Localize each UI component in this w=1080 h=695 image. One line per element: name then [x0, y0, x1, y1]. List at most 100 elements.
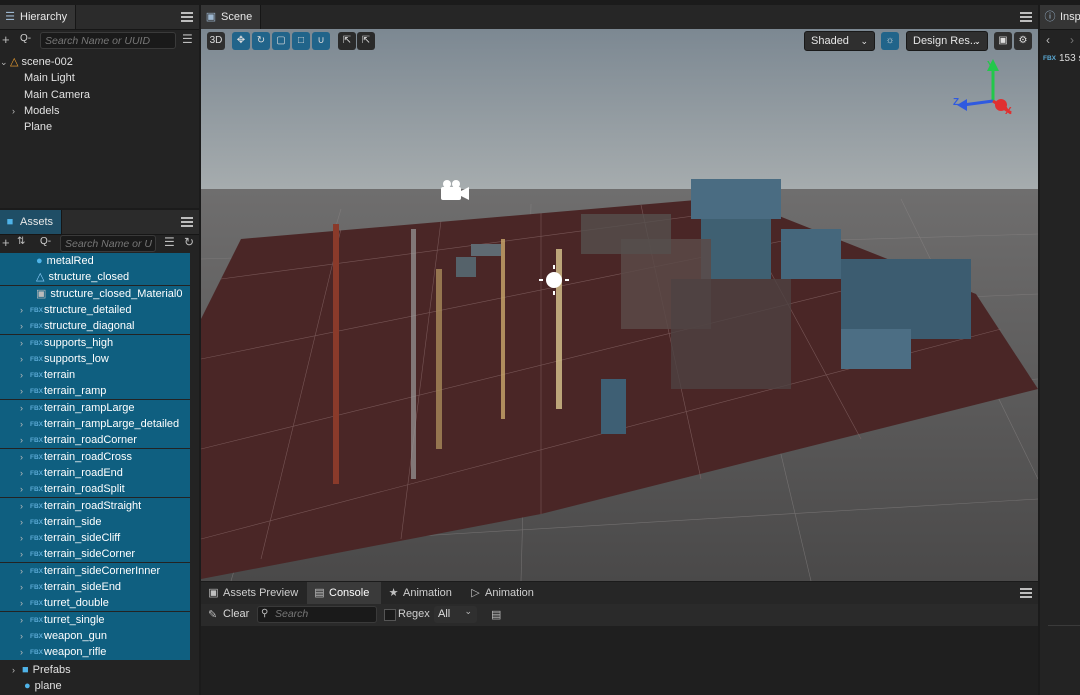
add-node-icon[interactable]: + [2, 32, 10, 47]
rect-tool-icon[interactable]: □ [292, 32, 310, 50]
resolution-dropdown[interactable]: Design Res... ⌄ [906, 31, 988, 51]
chevron-right-icon[interactable]: › [20, 628, 30, 644]
asset-item[interactable]: › FBXterrain_roadCorner [0, 432, 190, 449]
chevron-right-icon[interactable]: › [20, 383, 30, 399]
asset-item[interactable]: △ structure_closed [0, 269, 190, 286]
lightbulb-icon[interactable]: ☼ [881, 32, 899, 50]
chevron-right-icon[interactable]: › [20, 416, 30, 432]
tab-console[interactable]: ▤ Console [307, 582, 381, 604]
asset-item[interactable]: › FBXturret_double [0, 595, 190, 612]
local-global-icon[interactable]: ⇱ [357, 32, 375, 50]
chevron-right-icon[interactable]: › [20, 432, 30, 448]
prefabs-folder[interactable]: › ■ Prefabs [0, 662, 71, 678]
asset-item[interactable]: › FBXstructure_detailed [0, 301, 190, 318]
rotate-tool-icon[interactable]: ↻ [252, 32, 270, 50]
hierarchy-tab[interactable]: ☰ Hierarchy [0, 5, 77, 29]
asset-item[interactable]: ▣ structure_closed_Material0 [0, 285, 190, 302]
chevron-right-icon[interactable]: › [20, 400, 30, 416]
inspector-tab[interactable]: ⓘ Insp [1040, 5, 1080, 29]
scale-tool-icon[interactable]: ▢ [272, 32, 290, 50]
asset-item[interactable]: › FBXsupports_high [0, 334, 190, 351]
refresh-icon[interactable]: ↻ [184, 235, 194, 249]
forward-arrow-icon[interactable]: › [1070, 33, 1074, 47]
back-arrow-icon[interactable]: ‹ [1046, 33, 1050, 47]
asset-item[interactable]: › FBXterrain_sideCornerInner [0, 562, 190, 579]
scene-tab[interactable]: ▣ Scene [201, 5, 262, 29]
asset-item[interactable]: ● metalRed [0, 253, 190, 269]
broom-icon: ✎ [208, 609, 218, 621]
regex-checkbox[interactable] [384, 609, 396, 621]
asset-item[interactable]: › FBXweapon_gun [0, 627, 190, 644]
chevron-right-icon[interactable]: › [20, 514, 30, 530]
asset-item[interactable]: › FBXterrain_side [0, 513, 190, 530]
chevron-right-icon[interactable]: › [20, 563, 30, 579]
scene-menu-icon[interactable] [1020, 10, 1032, 24]
scene-viewport[interactable] [201, 29, 1038, 581]
document-icon[interactable]: ▤ [491, 608, 501, 621]
asset-item[interactable]: › FBXterrain_rampLarge [0, 399, 190, 416]
list-view-icon[interactable]: ☰ [164, 235, 175, 249]
asset-item[interactable]: › FBXstructure_diagonal [0, 318, 190, 335]
asset-item[interactable]: › FBXterrain_roadCross [0, 448, 190, 465]
chevron-right-icon[interactable]: › [12, 662, 22, 678]
move-tool-icon[interactable]: ✥ [232, 32, 250, 50]
pivot-icon[interactable]: ⇱ [338, 32, 356, 50]
asset-item[interactable]: › FBXterrain_ramp [0, 383, 190, 400]
asset-item[interactable]: › FBXterrain_rampLarge_detailed [0, 416, 190, 432]
sort-icon[interactable]: ⇅ [17, 236, 25, 247]
asset-item[interactable]: › FBXterrain_roadEnd [0, 464, 190, 481]
hierarchy-node[interactable]: Plane [24, 119, 52, 135]
plane-asset[interactable]: ● plane [0, 678, 62, 694]
asset-item[interactable]: › FBXterrain_sideCorner [0, 546, 190, 563]
tab-animation-graph[interactable]: ▷Animation Graph [463, 582, 573, 621]
log-level-dropdown[interactable]: All ⌄ [434, 606, 477, 623]
chevron-right-icon[interactable]: › [20, 498, 30, 514]
shading-dropdown[interactable]: Shaded ⌄ [804, 31, 875, 51]
chevron-right-icon[interactable]: › [20, 318, 30, 334]
asset-item[interactable]: › FBXturret_single [0, 611, 190, 628]
asset-item[interactable]: › FBXsupports_low [0, 350, 190, 367]
hierarchy-node[interactable]: ⌄ △ scene-002 [0, 54, 73, 70]
chevron-right-icon[interactable]: › [20, 579, 30, 595]
camera-settings-icon[interactable]: ▣ [994, 32, 1012, 50]
assets-tab[interactable]: ■ Assets [0, 210, 63, 234]
asset-item[interactable]: › FBXterrain_roadSplit [0, 481, 190, 498]
chevron-right-icon[interactable]: › [20, 351, 30, 367]
tab-assets-preview[interactable]: ▣ Assets Preview [201, 582, 307, 604]
hierarchy-node[interactable]: Main Camera [24, 87, 90, 103]
chevron-right-icon[interactable]: › [20, 530, 30, 546]
chevron-right-icon[interactable]: › [20, 546, 30, 562]
chevron-down-icon[interactable]: ⌄ [0, 54, 10, 70]
console-menu-icon[interactable] [1020, 586, 1032, 600]
mode-3d-button[interactable]: 3D [207, 32, 225, 50]
asset-item[interactable]: › FBXterrain_sideCliff [0, 530, 190, 547]
asset-item[interactable]: › FBXterrain [0, 367, 190, 384]
add-asset-icon[interactable]: + [2, 235, 10, 250]
gear-icon[interactable]: ⚙ [1014, 32, 1032, 50]
chevron-right-icon[interactable]: › [20, 449, 30, 465]
hierarchy-search-input[interactable]: Search Name or UUID [40, 32, 176, 49]
chevron-right-icon[interactable]: › [20, 367, 30, 383]
console-search-input[interactable]: ⚲ Search [257, 606, 377, 623]
hierarchy-menu-icon[interactable] [181, 10, 193, 24]
tab-animation[interactable]: ★ Animation [381, 582, 463, 604]
asset-item[interactable]: › FBXterrain_sideEnd [0, 579, 190, 595]
hierarchy-node[interactable]: › Models [12, 103, 59, 119]
hierarchy-node[interactable]: Main Light [24, 70, 75, 86]
chevron-right-icon[interactable]: › [12, 103, 22, 119]
hierarchy-tree: ⌄ △ scene-002 Main Light Main Camera › Models P… [0, 53, 199, 203]
chevron-right-icon[interactable]: › [20, 481, 30, 497]
chevron-right-icon[interactable]: › [20, 302, 30, 318]
chevron-right-icon[interactable]: › [20, 612, 30, 628]
list-view-icon[interactable]: ☰ [182, 32, 193, 46]
assets-menu-icon[interactable] [181, 215, 193, 229]
clear-button[interactable]: Clear [223, 608, 249, 620]
asset-item[interactable]: › FBXterrain_roadStraight [0, 497, 190, 514]
chevron-right-icon[interactable]: › [20, 465, 30, 481]
snap-tool-icon[interactable]: ∪ [312, 32, 330, 50]
chevron-right-icon[interactable]: › [20, 595, 30, 611]
chevron-right-icon[interactable]: › [20, 335, 30, 351]
chevron-right-icon[interactable]: › [20, 644, 30, 660]
assets-search-input[interactable]: Search Name or U [60, 235, 156, 252]
asset-item[interactable]: › FBXweapon_rifle [0, 644, 190, 661]
